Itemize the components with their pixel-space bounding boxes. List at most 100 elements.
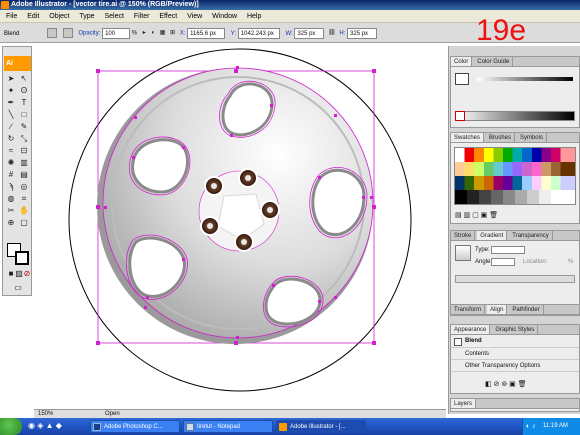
color-spectrum[interactable] (455, 111, 575, 121)
blend-tool-icon[interactable]: ◎ (19, 182, 29, 192)
swatches-panel: Swatches Brushes Symbols ▤ ▥ ▢ ▣ 🗑 (450, 132, 580, 224)
live-paint-icon[interactable]: ◍ (6, 194, 16, 204)
appearance-row-contents[interactable]: Contents (451, 349, 579, 360)
taskbar-photoshop-label: Adobe Photoshop C... (104, 424, 163, 430)
tab-stroke[interactable]: Stroke (451, 231, 476, 240)
eyedropper-icon[interactable]: ϡ (6, 182, 16, 192)
tab-graphic-styles[interactable]: Graphic Styles (492, 325, 539, 334)
direct-selection-tool-icon[interactable]: ↖ (19, 74, 29, 84)
menu-window[interactable]: Window (212, 13, 237, 20)
taskbar-illustrator[interactable]: Adobe Illustrator - [... (276, 420, 366, 433)
type-tool-icon[interactable]: T (19, 98, 29, 108)
y-input[interactable]: 1042.243 px (237, 27, 280, 39)
graph-tool-icon[interactable]: ▥ (19, 158, 29, 168)
none-swatch[interactable] (455, 111, 465, 121)
clock[interactable]: 11:19 AM (543, 423, 568, 429)
h-label: H: (339, 30, 346, 37)
none-mode-icon[interactable]: ⊘ (22, 269, 32, 279)
tab-layers[interactable]: Layers (451, 399, 477, 408)
gradient-panel: Stroke Gradient Transparency Type: Angle… (450, 230, 580, 306)
tab-brushes[interactable]: Brushes (486, 133, 515, 142)
grid-icon[interactable]: ▦ (160, 23, 166, 43)
symbol-sprayer-icon[interactable]: ✺ (6, 158, 16, 168)
menu-view[interactable]: View (187, 13, 202, 20)
menu-help[interactable]: Help (247, 13, 261, 20)
menu-type[interactable]: Type (79, 13, 94, 20)
hand-tool-icon[interactable]: ✋ (19, 206, 29, 216)
document-status[interactable]: Open (105, 411, 120, 417)
link-icon[interactable]: ⛓ (328, 23, 336, 43)
menu-effect[interactable]: Effect (159, 13, 177, 20)
screen-mode-icon[interactable]: ▭ (11, 283, 25, 293)
pen-tool-icon[interactable]: ✒ (6, 98, 16, 108)
tab-gradient[interactable]: Gradient (477, 231, 508, 240)
start-button[interactable] (0, 418, 22, 435)
fill-swatch[interactable] (47, 28, 58, 38)
menu-file[interactable]: File (6, 13, 17, 20)
window-title: Adobe Illustrator - [vector tire.ai @ 15… (11, 1, 199, 8)
warp-tool-icon[interactable]: ≈ (6, 146, 16, 156)
transform-icon[interactable]: ⊞ (170, 23, 175, 43)
y-label: Y: (230, 30, 237, 37)
taskbar-photoshop[interactable]: Adobe Photoshop C... (90, 420, 180, 433)
artboard-icon[interactable]: ▢ (19, 218, 29, 228)
color-fill-box[interactable] (455, 73, 469, 85)
stroke-swatch[interactable] (62, 28, 73, 38)
lasso-icon[interactable]: ʘ (19, 86, 29, 96)
line-tool-icon[interactable]: ╲ (6, 110, 16, 120)
zoom-tool-icon[interactable]: ⊕ (6, 218, 16, 228)
toolbox: Ai ➤ ↖ ✦ ʘ ✒ T ╲ □ ∕ ✎ ↻ ⤡ ≈ ⊡ ✺ ▥ # ▤ ϡ… (2, 46, 32, 296)
artboard-canvas[interactable] (34, 46, 446, 408)
color-panel: Color Color Guide (450, 56, 580, 128)
zoom-level[interactable]: 150% (38, 411, 53, 417)
opacity-input[interactable]: 100 (102, 27, 131, 39)
chevron-right-icon[interactable]: ▸ (143, 23, 146, 43)
opacity-label: Opacity: (78, 30, 101, 37)
x-input[interactable]: 1165.6 px (187, 27, 226, 39)
rectangle-tool-icon[interactable]: □ (19, 110, 29, 120)
stroke-color-box[interactable] (15, 251, 29, 265)
x-label: X: (179, 30, 186, 37)
brush-tool-icon[interactable]: ∕ (6, 122, 16, 132)
free-transform-icon[interactable]: ⊡ (19, 146, 29, 156)
taskbar-notepad[interactable]: tiretut - Notepad (183, 420, 273, 433)
tab-color-guide[interactable]: Color Guide (474, 57, 514, 66)
scissors-icon[interactable]: ✂ (6, 206, 16, 216)
appearance-title-row[interactable]: Blend (451, 337, 579, 348)
selection-tool-icon[interactable]: ➤ (6, 74, 16, 84)
gradient-ramp[interactable] (455, 275, 575, 283)
gradient-angle-input[interactable] (491, 258, 515, 266)
tab-color[interactable]: Color (451, 57, 473, 66)
tab-pathfinder[interactable]: Pathfinder (509, 305, 544, 314)
slice-tool-icon[interactable]: ⌗ (19, 194, 29, 204)
recolor-icon[interactable]: ◐ (151, 23, 155, 43)
menu-filter[interactable]: Filter (134, 13, 150, 20)
rotate-tool-icon[interactable]: ↻ (6, 134, 16, 144)
tab-swatches[interactable]: Swatches (451, 133, 485, 142)
ai-logo: Ai (4, 56, 31, 71)
swatch-options-icon[interactable]: ▤ ▥ ▢ ▣ 🗑 (455, 211, 498, 219)
appearance-row-transparency[interactable]: Other Transparency Options (451, 361, 579, 372)
align-panel: Transform Align Pathfinder (450, 304, 580, 316)
gradient-type-select[interactable] (491, 246, 525, 254)
magic-wand-icon[interactable]: ✦ (6, 86, 16, 96)
mesh-tool-icon[interactable]: # (6, 170, 16, 180)
appearance-options-icon[interactable]: ◧ ⊘ ⊚ ▣ 🗑 (485, 380, 527, 388)
tab-appearance[interactable]: Appearance (451, 325, 491, 334)
menu-select[interactable]: Select (104, 13, 123, 20)
menu-object[interactable]: Object (49, 13, 69, 20)
pencil-tool-icon[interactable]: ✎ (19, 122, 29, 132)
tab-align[interactable]: Align (487, 305, 508, 314)
gradient-tool-icon[interactable]: ▤ (19, 170, 29, 180)
tab-transform[interactable]: Transform (451, 305, 486, 314)
w-input[interactable]: 325 px (294, 27, 325, 39)
menu-edit[interactable]: Edit (27, 13, 39, 20)
quick-launch-icons[interactable]: ◉ ◈ ▲ ◆ (28, 421, 62, 430)
tab-transparency[interactable]: Transparency (509, 231, 553, 240)
scale-tool-icon[interactable]: ⤡ (19, 134, 29, 144)
color-slider[interactable] (477, 77, 573, 81)
tray-icons[interactable]: ◐ ♪ (526, 418, 536, 435)
h-input[interactable]: 325 px (347, 27, 378, 39)
tab-symbols[interactable]: Symbols (517, 133, 547, 142)
swatch-grid[interactable] (454, 147, 576, 205)
